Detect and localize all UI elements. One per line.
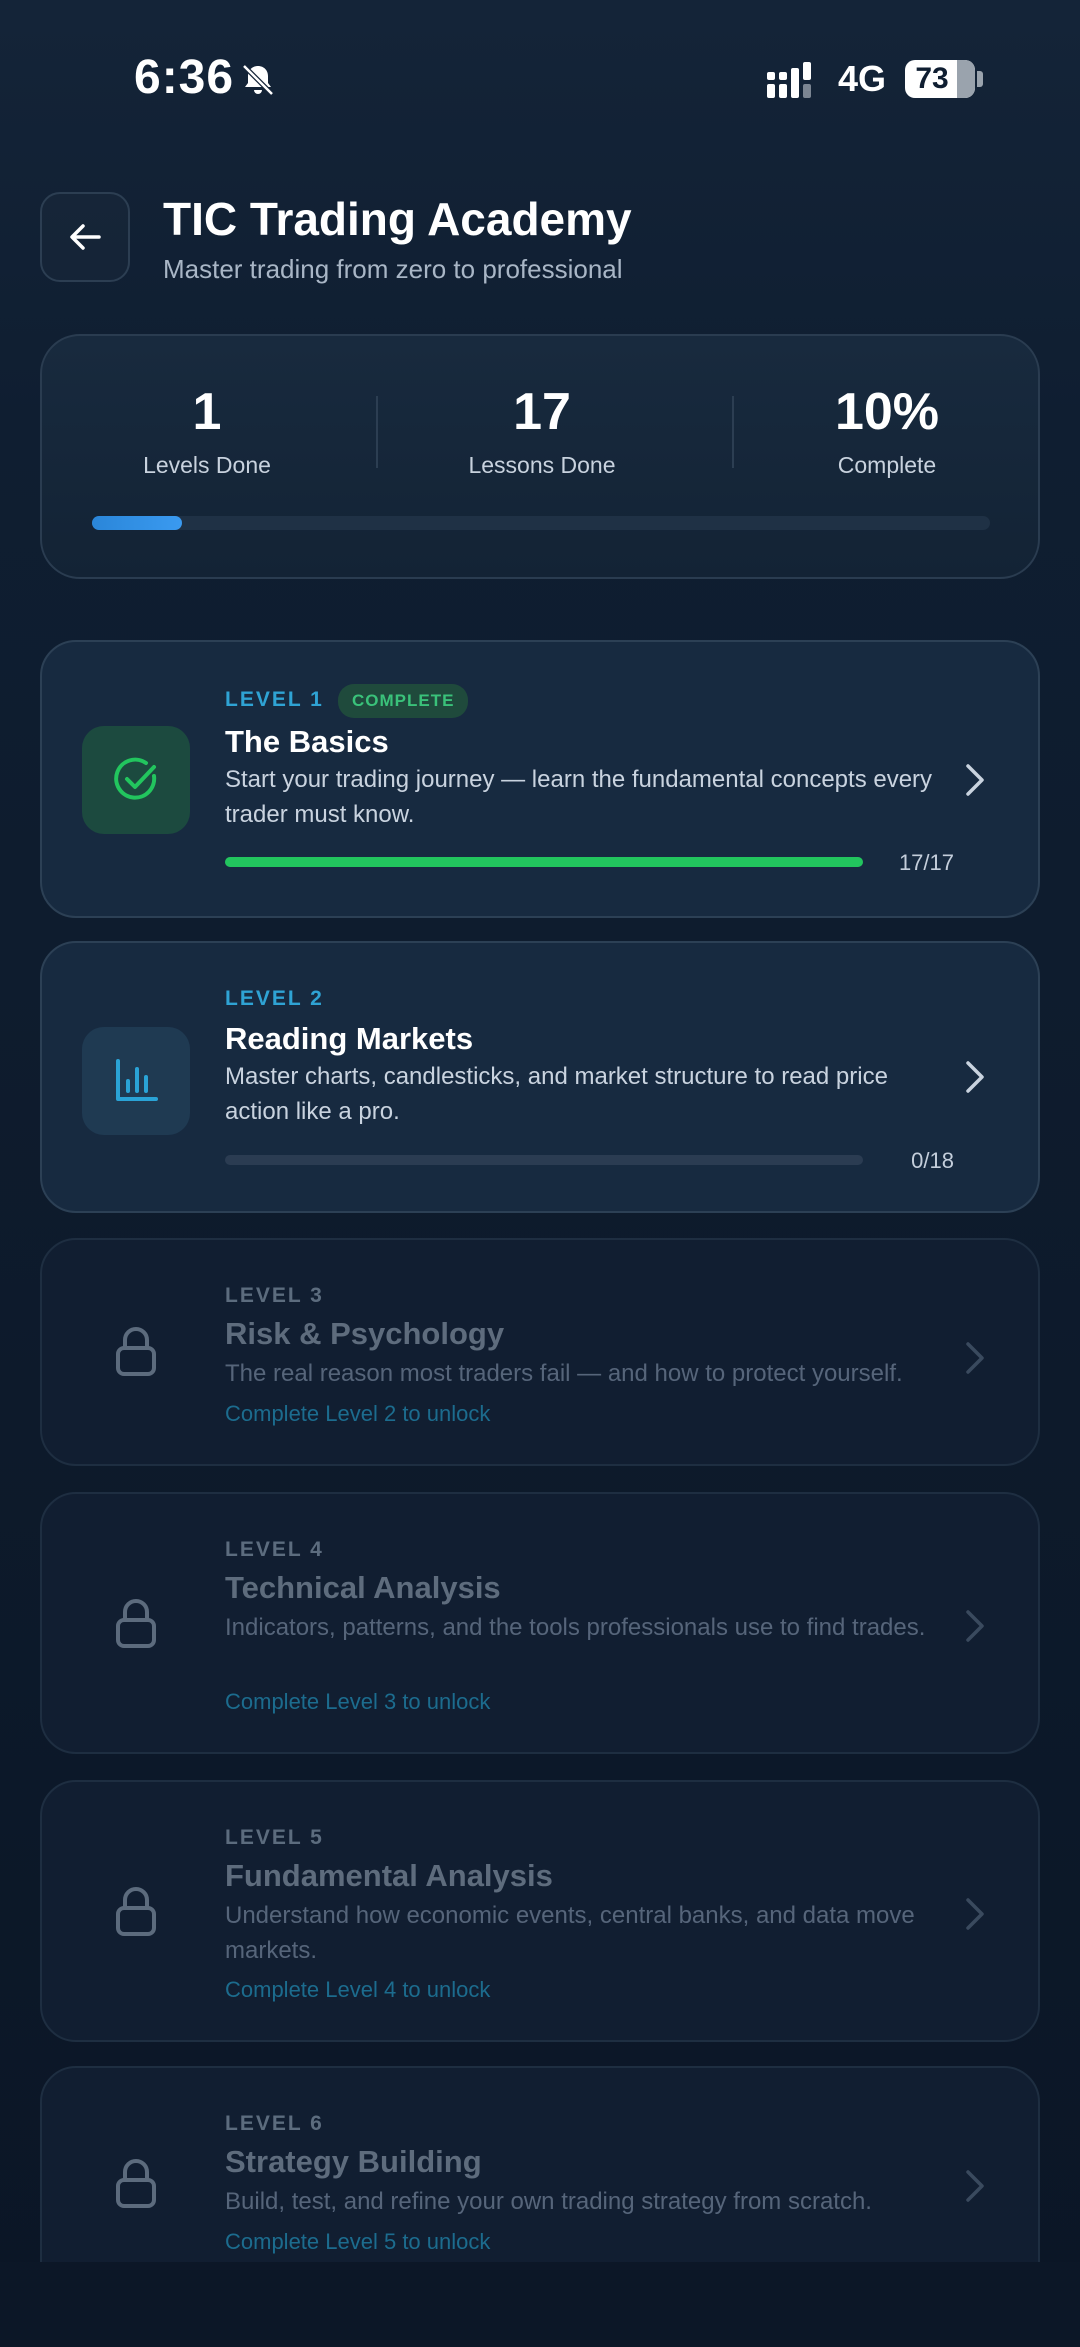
bar-chart-icon	[116, 1059, 158, 1101]
level-title: Fundamental Analysis	[225, 1858, 553, 1893]
level-description: Understand how economic events, central …	[225, 1902, 915, 1964]
level-title: Strategy Building	[225, 2144, 482, 2179]
signal-icon	[767, 62, 811, 98]
battery-icon: 73	[905, 60, 975, 98]
stat-lessons-done: 17 Lessons Done	[422, 386, 662, 479]
stat-divider	[376, 396, 378, 468]
level-description: Build, test, and refine your own trading…	[225, 2188, 872, 2215]
level-card-4[interactable]: LEVEL 4 Technical Analysis Indicators, p…	[40, 1492, 1040, 1754]
chevron-right-icon	[966, 1610, 984, 1642]
level-card-5[interactable]: LEVEL 5 Fundamental Analysis Understand …	[40, 1780, 1040, 2042]
unlock-hint: Complete Level 5 to unlock	[225, 2229, 491, 2254]
lock-icon	[116, 1327, 156, 1376]
chevron-right-icon	[966, 1898, 984, 1930]
level-description: The real reason most traders fail — and …	[225, 1360, 903, 1387]
unlock-hint: Complete Level 2 to unlock	[225, 1401, 491, 1426]
level-icon-box	[82, 1298, 190, 1406]
level-tag: LEVEL 5	[225, 1826, 324, 1849]
battery-level: 73	[915, 62, 949, 95]
check-circle-icon	[114, 757, 157, 800]
level-description: Start your trading journey — learn the f…	[225, 766, 933, 828]
lock-icon	[116, 1887, 156, 1936]
page-title: TIC Trading Academy	[163, 193, 632, 245]
bottom-bar	[0, 2262, 1080, 2347]
level-description: Indicators, patterns, and the tools prof…	[225, 1614, 926, 1641]
complete-badge: COMPLETE	[338, 684, 469, 718]
lesson-count: 0/18	[911, 1148, 954, 1173]
overall-progress-bar	[92, 516, 990, 530]
lessons-done-value: 17	[513, 383, 571, 441]
complete-label: Complete	[837, 452, 937, 478]
overall-progress-fill	[92, 516, 182, 530]
level-card-2[interactable]: LEVEL 2 Reading Markets Master charts, c…	[40, 941, 1040, 1213]
level-tag: LEVEL 3	[225, 1284, 324, 1307]
level-card-3[interactable]: LEVEL 3 Risk & Psychology The real reaso…	[40, 1238, 1040, 1466]
chevron-right-icon	[966, 2170, 984, 2202]
stat-divider	[732, 396, 734, 468]
unlock-hint: Complete Level 4 to unlock	[225, 1977, 491, 2002]
status-bar: 6:36 4G 73	[0, 0, 1080, 160]
levels-done-value: 1	[192, 383, 222, 441]
level-description: Master charts, candlesticks, and market …	[225, 1063, 888, 1125]
level-title: Technical Analysis	[225, 1570, 501, 1605]
unlock-hint: Complete Level 3 to unlock	[225, 1689, 491, 1714]
lock-icon	[116, 2159, 156, 2208]
complete-value: 10%	[834, 383, 940, 441]
network-type: 4G	[838, 58, 887, 99]
chevron-right-icon	[966, 1061, 984, 1093]
stat-levels-done: 1 Levels Done	[92, 386, 322, 479]
level-progress-bar	[225, 857, 863, 867]
page-subtitle: Master trading from zero to professional	[163, 254, 623, 284]
level-icon-box	[82, 1027, 190, 1135]
level-progress-bar	[225, 1155, 863, 1165]
level-icon-box	[82, 726, 190, 834]
bell-muted-icon	[242, 64, 274, 96]
arrow-left-icon	[70, 224, 101, 250]
level-tag: LEVEL 1	[225, 688, 324, 711]
lesson-count: 17/17	[898, 850, 954, 875]
level-icon-box	[82, 1570, 190, 1678]
back-button[interactable]	[40, 192, 130, 282]
status-time: 6:36	[134, 51, 235, 104]
level-icon-box	[82, 2130, 190, 2238]
lessons-done-label: Lessons Done	[468, 452, 616, 478]
level-title: Risk & Psychology	[225, 1316, 505, 1351]
levels-done-label: Levels Done	[143, 452, 271, 478]
level-title: The Basics	[225, 724, 389, 759]
level-title: Reading Markets	[225, 1021, 474, 1056]
level-tag: LEVEL 2	[225, 987, 324, 1010]
stats-card: 1 Levels Done 17 Lessons Done 10% Comple…	[40, 334, 1040, 579]
level-card-1[interactable]: LEVEL 1 COMPLETE The Basics Start your t…	[40, 640, 1040, 918]
lock-icon	[116, 1599, 156, 1648]
level-tag: LEVEL 4	[225, 1538, 324, 1561]
level-icon-box	[82, 1858, 190, 1966]
level-tag: LEVEL 6	[225, 2112, 324, 2135]
stat-complete: 10% Complete	[782, 386, 992, 479]
chevron-right-icon	[966, 1342, 984, 1374]
chevron-right-icon	[966, 764, 984, 796]
level-progress-fill	[225, 857, 863, 867]
